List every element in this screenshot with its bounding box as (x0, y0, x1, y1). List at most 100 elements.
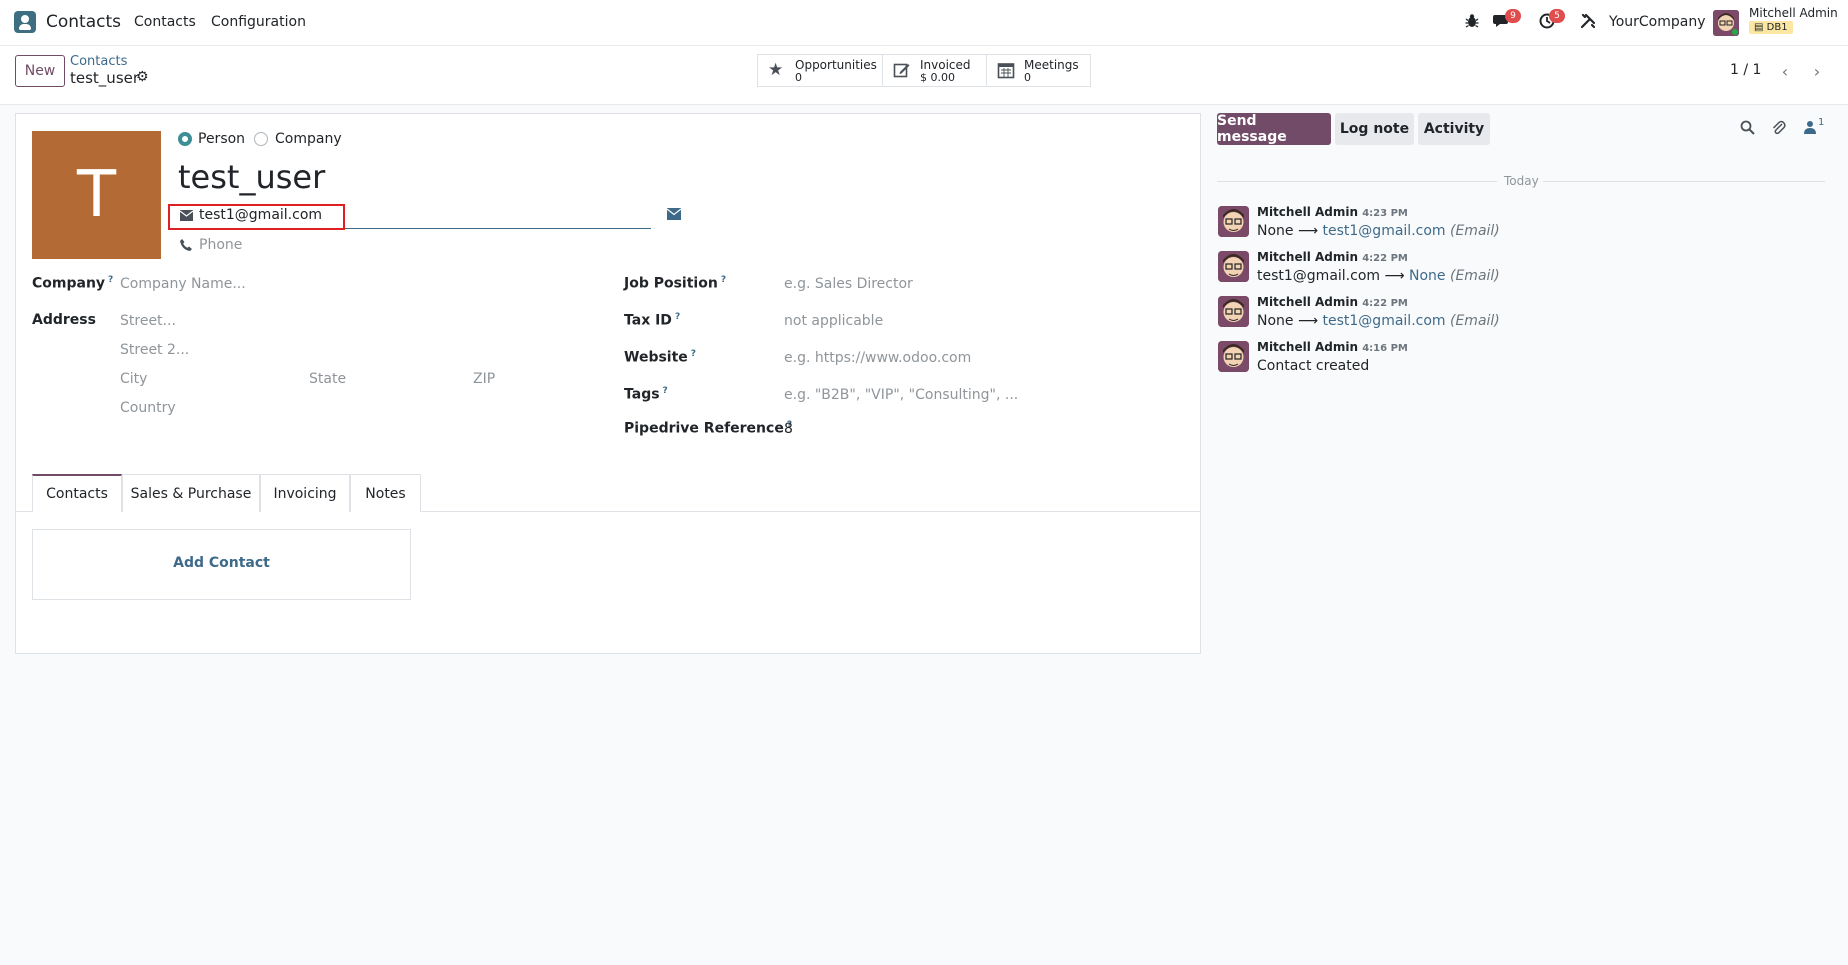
pipedrive-reference-label-text: Pipedrive Reference (624, 420, 784, 437)
changed-field: (Email) (1450, 313, 1500, 329)
phone-field[interactable]: Phone (199, 237, 242, 253)
meetings-smart-button[interactable]: Meetings 0 (986, 54, 1091, 87)
message-avatar[interactable] (1218, 251, 1249, 282)
tax-id-field[interactable]: not applicable (784, 313, 883, 329)
contact-name-field[interactable]: test_user (178, 158, 325, 196)
help-tooltip-icon[interactable]: ? (721, 275, 726, 285)
pager-next-button[interactable]: › (1804, 58, 1830, 84)
search-icon[interactable] (1740, 120, 1755, 139)
calendar-icon (997, 61, 1015, 79)
followers-count[interactable]: 1 (1818, 117, 1824, 128)
country-field[interactable]: Country (120, 400, 176, 416)
message-time: 4:23 PM (1362, 208, 1408, 219)
city-field[interactable]: City (120, 371, 147, 387)
message-header: Mitchell Admin 4:22 PM (1257, 295, 1408, 309)
invoiced-value: $ 0.00 (920, 71, 955, 84)
message-body: test1@gmail.com ⟶ None (Email) (1257, 268, 1500, 284)
tools-icon[interactable] (1580, 13, 1596, 33)
add-contact-button[interactable]: Add Contact (32, 555, 411, 571)
tags-field[interactable]: e.g. "B2B", "VIP", "Consulting", ... (784, 387, 1018, 403)
send-email-icon[interactable] (666, 208, 682, 224)
company-switcher[interactable]: YourCompany (1609, 14, 1706, 30)
pager-previous-button[interactable]: ‹ (1772, 58, 1798, 84)
state-field[interactable]: State (309, 371, 346, 387)
db-badge: ▤ DB1 (1749, 21, 1793, 34)
meetings-label: Meetings (1024, 58, 1079, 72)
message-author[interactable]: Mitchell Admin (1257, 340, 1358, 354)
user-avatar[interactable] (1713, 10, 1739, 36)
chevron-left-icon: ‹ (1781, 61, 1789, 81)
activity-button[interactable]: Activity (1418, 113, 1490, 145)
send-message-button[interactable]: Send message (1217, 113, 1331, 145)
today-separator: Today (1504, 174, 1539, 188)
street-field[interactable]: Street... (120, 313, 176, 329)
message-body: None ⟶ test1@gmail.com (Email) (1257, 223, 1500, 239)
zip-field[interactable]: ZIP (473, 371, 495, 387)
tax-id-label-text: Tax ID (624, 312, 672, 329)
debug-bug-icon[interactable] (1465, 13, 1479, 33)
message-author[interactable]: Mitchell Admin (1257, 250, 1358, 264)
db-name: DB1 (1766, 22, 1788, 33)
opportunities-value: 0 (795, 71, 802, 84)
message-author[interactable]: Mitchell Admin (1257, 205, 1358, 219)
app-title[interactable]: Contacts (46, 12, 121, 32)
message-header: Mitchell Admin 4:16 PM (1257, 340, 1408, 354)
message-author[interactable]: Mitchell Admin (1257, 295, 1358, 309)
pipedrive-reference-field[interactable]: 8 (784, 421, 793, 437)
log-note-button[interactable]: Log note (1335, 113, 1414, 145)
invoiced-smart-button[interactable]: Invoiced $ 0.00 (882, 54, 987, 87)
today-divider-right (1543, 181, 1825, 182)
help-tooltip-icon[interactable]: ? (108, 275, 113, 285)
old-value: test1@gmail.com (1257, 268, 1381, 284)
opportunities-smart-button[interactable]: ★ Opportunities 0 (757, 54, 883, 87)
address-label: Address (32, 312, 96, 328)
arrow-right-icon: ⟶ (1297, 313, 1319, 329)
tags-label: Tags? (624, 386, 668, 403)
edit-icon (893, 61, 911, 79)
website-label-text: Website (624, 349, 688, 366)
message-header: Mitchell Admin 4:22 PM (1257, 250, 1408, 264)
help-tooltip-icon[interactable]: ? (691, 349, 696, 359)
message-time: 4:22 PM (1362, 253, 1408, 264)
tab-sales-purchase[interactable]: Sales & Purchase (122, 474, 260, 512)
tax-id-label: Tax ID? (624, 312, 680, 329)
changed-field: (Email) (1450, 268, 1500, 284)
website-field[interactable]: e.g. https://www.odoo.com (784, 350, 971, 366)
radio-company[interactable] (254, 132, 268, 146)
followers-icon[interactable] (1804, 120, 1816, 138)
radio-company-label[interactable]: Company (275, 131, 342, 147)
new-button[interactable]: New (15, 55, 65, 87)
radio-person-label[interactable]: Person (198, 131, 245, 147)
menu-contacts[interactable]: Contacts (134, 14, 196, 30)
user-name[interactable]: Mitchell Admin (1749, 6, 1838, 20)
help-tooltip-icon[interactable]: ? (663, 386, 668, 396)
opportunities-label: Opportunities (795, 58, 877, 72)
message-avatar[interactable] (1218, 206, 1249, 237)
tags-label-text: Tags (624, 386, 660, 403)
gear-icon[interactable]: ⚙ (136, 69, 149, 85)
paperclip-icon[interactable] (1771, 120, 1786, 139)
today-divider-left (1217, 181, 1497, 182)
message-header: Mitchell Admin 4:23 PM (1257, 205, 1408, 219)
contacts-app-icon[interactable] (14, 11, 36, 33)
message-avatar[interactable] (1218, 296, 1249, 327)
chevron-right-icon: › (1813, 61, 1821, 81)
arrow-right-icon: ⟶ (1297, 223, 1319, 239)
message-avatar[interactable] (1218, 341, 1249, 372)
job-position-field[interactable]: e.g. Sales Director (784, 276, 913, 292)
street2-field[interactable]: Street 2... (120, 342, 189, 358)
contact-avatar[interactable]: T (32, 131, 161, 259)
breadcrumb-contacts[interactable]: Contacts (70, 54, 127, 69)
company-field[interactable]: Company Name... (120, 276, 246, 292)
radio-person[interactable] (178, 132, 192, 146)
tab-contacts[interactable]: Contacts (32, 474, 122, 512)
job-position-label-text: Job Position (624, 275, 718, 292)
company-label: Company? (32, 275, 113, 292)
menu-configuration[interactable]: Configuration (211, 14, 306, 30)
new-value: test1@gmail.com (1322, 313, 1446, 329)
tab-invoicing[interactable]: Invoicing (260, 474, 350, 512)
help-tooltip-icon[interactable]: ? (675, 312, 680, 322)
tab-notes[interactable]: Notes (350, 474, 421, 512)
email-highlight-box (168, 204, 345, 230)
pager-counter[interactable]: 1 / 1 (1730, 62, 1761, 78)
